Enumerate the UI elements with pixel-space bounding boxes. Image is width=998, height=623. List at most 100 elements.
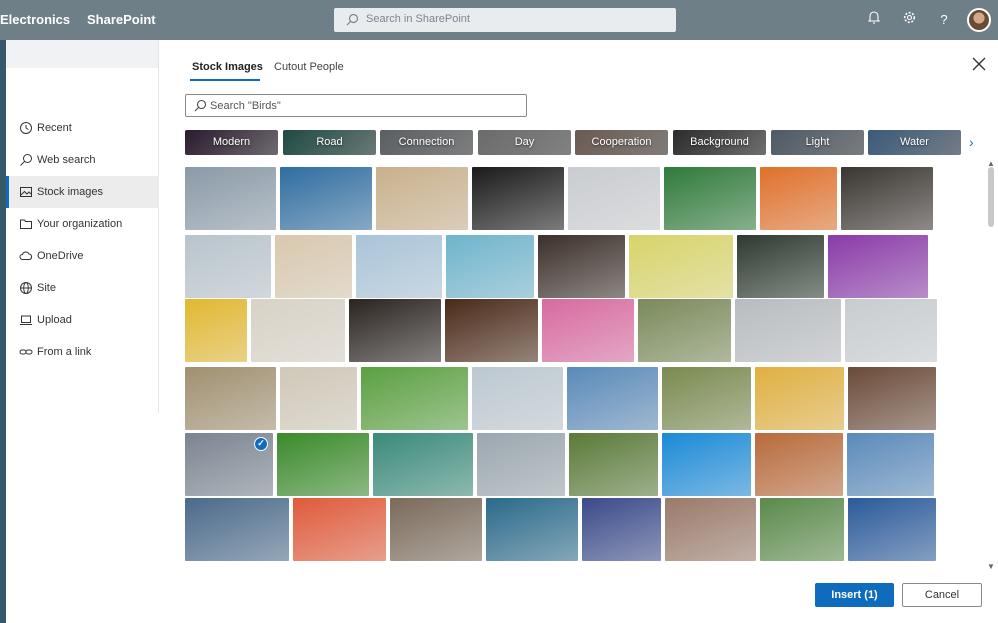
stock-image-tile[interactable] <box>293 498 386 561</box>
stock-image-tile[interactable] <box>486 498 578 561</box>
category-chip-modern[interactable]: Modern <box>185 130 278 155</box>
chevron-right-icon[interactable]: › <box>969 134 974 150</box>
stock-image-tile[interactable] <box>185 367 276 430</box>
search-icon <box>194 99 207 112</box>
stock-image-tile[interactable] <box>760 498 844 561</box>
nav-item-label: Stock images <box>37 186 104 198</box>
stock-image-tile[interactable] <box>356 235 442 298</box>
nav-item-from-a-link[interactable]: From a link <box>6 336 159 368</box>
stock-image-tile[interactable] <box>755 367 844 430</box>
stock-image-tile[interactable] <box>390 498 482 561</box>
sharepoint-search-box[interactable]: Search in SharePoint <box>334 8 676 32</box>
stock-image-tile[interactable] <box>662 367 751 430</box>
stock-image-tile[interactable] <box>472 167 564 230</box>
stock-image-tile[interactable] <box>185 167 276 230</box>
category-chip-background[interactable]: Background <box>673 130 766 155</box>
stock-image-tile[interactable] <box>847 433 934 496</box>
stock-image-tile[interactable] <box>349 299 441 362</box>
cloud-icon <box>19 251 33 260</box>
globe-icon <box>20 282 32 294</box>
stock-image-tile[interactable] <box>760 167 837 230</box>
cancel-button[interactable]: Cancel <box>902 583 982 607</box>
stock-image-tile[interactable] <box>185 235 271 298</box>
stock-image-tile[interactable] <box>567 367 658 430</box>
nav-item-stock-images[interactable]: Stock images <box>6 176 159 208</box>
stock-image-tile[interactable] <box>446 235 534 298</box>
clock-icon <box>20 122 32 134</box>
laptop-icon <box>20 315 32 325</box>
nav-item-onedrive[interactable]: OneDrive <box>6 240 159 272</box>
bell-icon[interactable] <box>865 11 883 29</box>
stock-image-tile[interactable] <box>828 235 928 298</box>
grid-scrollbar[interactable]: ▲ ▼ <box>986 159 996 573</box>
stock-image-tile[interactable] <box>361 367 468 430</box>
nav-item-upload[interactable]: Upload <box>6 304 159 336</box>
image-icon <box>20 187 32 197</box>
source-nav: Recent Web search Stock images Your orga… <box>6 40 159 623</box>
stock-image-tile[interactable] <box>185 498 289 561</box>
category-chip-connection[interactable]: Connection <box>380 130 473 155</box>
selected-check-icon[interactable]: ✓ <box>254 437 268 451</box>
nav-item-recent[interactable]: Recent <box>6 112 159 144</box>
stock-image-tile[interactable] <box>542 299 634 362</box>
stock-image-tile[interactable] <box>664 167 756 230</box>
close-icon[interactable] <box>970 56 988 74</box>
app-name[interactable]: SharePoint <box>87 12 156 27</box>
nav-item-your-organization[interactable]: Your organization <box>6 208 159 240</box>
nav-item-label: From a link <box>37 346 92 358</box>
stock-search-input[interactable] <box>210 98 510 113</box>
stock-image-tile[interactable] <box>569 433 658 496</box>
stock-image-tile[interactable] <box>538 235 625 298</box>
stock-image-tile[interactable] <box>638 299 731 362</box>
stock-image-tile[interactable] <box>737 235 824 298</box>
nav-item-web-search[interactable]: Web search <box>6 144 159 176</box>
category-chip-light[interactable]: Light <box>771 130 864 155</box>
stock-image-tile[interactable] <box>185 299 247 362</box>
nav-top-band <box>6 40 159 68</box>
stock-image-tile[interactable] <box>629 235 733 298</box>
stock-image-tile[interactable] <box>848 498 936 561</box>
stock-image-tile[interactable] <box>582 498 661 561</box>
insert-button[interactable]: Insert (1) <box>815 583 894 607</box>
stock-image-tile[interactable] <box>275 235 352 298</box>
search-icon <box>20 154 32 166</box>
stock-image-tile[interactable] <box>841 167 933 230</box>
scroll-down-icon[interactable]: ▼ <box>987 562 995 571</box>
stock-image-tile[interactable] <box>280 367 357 430</box>
nav-item-label: Upload <box>37 314 72 326</box>
category-chip-cooperation[interactable]: Cooperation <box>575 130 668 155</box>
file-picker-dialog: Recent Web search Stock images Your orga… <box>6 40 998 623</box>
stock-image-tile[interactable] <box>568 167 660 230</box>
help-icon[interactable]: ? <box>935 11 953 29</box>
suite-bar: Electronics SharePoint Search in SharePo… <box>0 0 998 40</box>
nav-item-label: Site <box>37 282 56 294</box>
category-chip-day[interactable]: Day <box>478 130 571 155</box>
gear-icon[interactable] <box>900 11 918 29</box>
stock-image-tile[interactable] <box>376 167 468 230</box>
stock-search-box[interactable] <box>185 94 527 117</box>
category-chip-road[interactable]: Road <box>283 130 376 155</box>
stock-image-tile[interactable] <box>662 433 751 496</box>
stock-image-tile[interactable] <box>277 433 369 496</box>
avatar[interactable] <box>967 8 991 32</box>
tab-cutout-people[interactable]: Cutout People <box>274 61 344 73</box>
category-chip-water[interactable]: Water <box>868 130 961 155</box>
stock-image-tile[interactable] <box>845 299 937 362</box>
scrollbar-thumb[interactable] <box>988 167 994 227</box>
stock-image-tile[interactable] <box>477 433 565 496</box>
stock-image-tile[interactable] <box>472 367 563 430</box>
stock-image-tile[interactable] <box>755 433 843 496</box>
nav-item-site[interactable]: Site <box>6 272 159 304</box>
stock-image-tile[interactable] <box>848 367 936 430</box>
brand-name[interactable]: Electronics <box>0 12 70 27</box>
tab-stock-images[interactable]: Stock Images <box>192 61 263 73</box>
nav-item-label: OneDrive <box>37 250 84 262</box>
stock-image-tile[interactable] <box>665 498 756 561</box>
stock-image-tile[interactable]: ✓ <box>185 433 273 496</box>
stock-image-tile[interactable] <box>735 299 841 362</box>
stock-image-tile[interactable] <box>445 299 538 362</box>
stock-image-tile[interactable] <box>280 167 372 230</box>
stock-image-tile[interactable] <box>251 299 345 362</box>
nav-item-label: Your organization <box>37 218 123 230</box>
stock-image-tile[interactable] <box>373 433 473 496</box>
